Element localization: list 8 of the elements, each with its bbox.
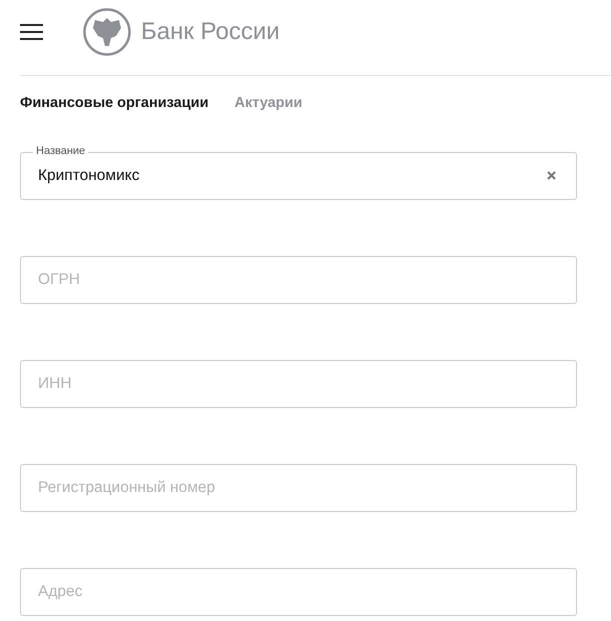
input-field[interactable]: ИНН bbox=[20, 360, 577, 408]
tab[interactable]: Финансовые организации bbox=[20, 95, 208, 111]
brand-name: Банк России bbox=[141, 18, 280, 46]
input-field[interactable]: Регистрационный номер bbox=[20, 464, 577, 512]
menu-icon[interactable] bbox=[20, 24, 43, 40]
close-icon[interactable] bbox=[547, 171, 556, 180]
input-field[interactable]: Адрес bbox=[20, 568, 577, 616]
input-field[interactable]: ОГРН bbox=[20, 256, 577, 304]
